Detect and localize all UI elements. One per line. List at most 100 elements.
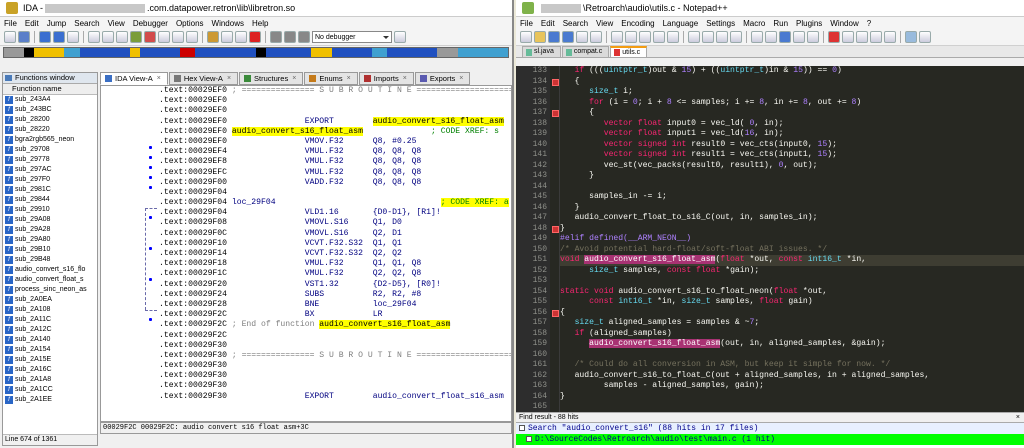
code-line[interactable]: static void audio_convert_s16_to_float_n…: [560, 287, 1024, 298]
asm-line[interactable]: .text:00029EF0 ; =============== S U B R…: [159, 86, 511, 96]
code-line[interactable]: if (aligned_samples): [560, 329, 1024, 340]
asm-line[interactable]: .text:00029F30: [159, 371, 511, 381]
npp-menu-run[interactable]: Run: [773, 19, 788, 28]
play-icon[interactable]: [270, 31, 282, 43]
doc-map-icon[interactable]: [807, 31, 819, 43]
close-tab-icon[interactable]: ×: [347, 73, 351, 84]
fold-margin[interactable]: [550, 66, 560, 412]
function-item[interactable]: f sub_2A12C: [3, 325, 97, 335]
ida-menu-options[interactable]: Options: [176, 19, 204, 28]
ida-menu-debugger[interactable]: Debugger: [133, 19, 168, 28]
npp-menu-edit[interactable]: Edit: [541, 19, 555, 28]
tab-sl-java[interactable]: sl.java: [522, 46, 561, 57]
asm-line[interactable]: .text:00029F2C ; End of function audio_c…: [159, 320, 511, 330]
function-item[interactable]: f sub_29A80: [3, 235, 97, 245]
code-line[interactable]: vector float input0 = vec_ld( 0, in);: [560, 119, 1024, 130]
array-icon[interactable]: [186, 31, 198, 43]
asm-line[interactable]: .text:00029F30: [159, 361, 511, 371]
function-item[interactable]: f sub_2A1CC: [3, 385, 97, 395]
function-item[interactable]: f sub_2981C: [3, 185, 97, 195]
code-line[interactable]: {: [560, 108, 1024, 119]
function-icon[interactable]: [207, 31, 219, 43]
asm-line[interactable]: .text:00029EF0: [159, 96, 511, 106]
asm-line[interactable]: .text:00029F1C VMUL.F32 Q2, Q2, Q8: [159, 269, 511, 279]
code-line[interactable]: vector signed int result0 = vec_cts(inpu…: [560, 140, 1024, 151]
xref-icon[interactable]: [221, 31, 233, 43]
lang-icon[interactable]: [793, 31, 805, 43]
npp-menu-search[interactable]: Search: [563, 19, 588, 28]
replace-icon[interactable]: [702, 31, 714, 43]
code-line[interactable]: audio_convert_s16_to_float_C(out + align…: [560, 371, 1024, 382]
asm-line[interactable]: .text:00029F2C: [159, 331, 511, 341]
code-line[interactable]: /* Could do all conversion in ASM, but k…: [560, 360, 1024, 371]
asm-line[interactable]: .text:00029F18 VMUL.F32 Q1, Q1, Q8: [159, 259, 511, 269]
function-item[interactable]: f sub_297F0: [3, 175, 97, 185]
indent-guide-icon[interactable]: [779, 31, 791, 43]
new-icon[interactable]: [4, 31, 16, 43]
npp-menu-help[interactable]: ?: [867, 19, 871, 28]
run-macro-icon[interactable]: [870, 31, 882, 43]
function-name-column[interactable]: Function name: [3, 84, 97, 95]
asm-line[interactable]: .text:00029F10 VCVT.F32.S32 Q1, Q1: [159, 239, 511, 249]
ida-menu-jump[interactable]: Jump: [47, 19, 67, 28]
code-line[interactable]: #elif defined(__ARM_NEON__): [560, 234, 1024, 245]
asm-line[interactable]: .text:00029F04 VLD1.16 {D0-D1}, [R1]!: [159, 208, 511, 218]
asm-line[interactable]: .text:00029F30 ; =============== S U B R…: [159, 351, 511, 361]
data-icon[interactable]: [158, 31, 170, 43]
save-icon[interactable]: [18, 31, 30, 43]
function-item[interactable]: f sub_2A0EA: [3, 295, 97, 305]
asm-line[interactable]: .text:00029EF0 audio_convert_s16_float_a…: [159, 126, 511, 137]
function-item[interactable]: f sub_29A28: [3, 225, 97, 235]
asm-line[interactable]: .text:00029F0C VMOVL.S16 Q2, D1: [159, 229, 511, 239]
function-item[interactable]: f sub_29910: [3, 205, 97, 215]
function-item[interactable]: f sub_29778: [3, 155, 97, 165]
ida-menu-view[interactable]: View: [108, 19, 125, 28]
ida-menu-file[interactable]: File: [4, 19, 17, 28]
code-line[interactable]: void audio_convert_s16_float_asm(float *…: [560, 255, 1024, 266]
print-icon[interactable]: [590, 31, 602, 43]
ida-menu-search[interactable]: Search: [74, 19, 99, 28]
save-icon[interactable]: [548, 31, 560, 43]
fold-toggle-icon[interactable]: [550, 308, 559, 319]
npp-menu-file[interactable]: File: [520, 19, 533, 28]
function-item[interactable]: f sub_2A140: [3, 335, 97, 345]
code-line[interactable]: samples_in -= i;: [560, 192, 1024, 203]
find-icon[interactable]: [688, 31, 700, 43]
save-all-icon[interactable]: [562, 31, 574, 43]
forward-icon[interactable]: [53, 31, 65, 43]
pause-icon[interactable]: [284, 31, 296, 43]
tab-ida-view-a[interactable]: IDA View-A ×: [100, 72, 168, 85]
fold-toggle-icon[interactable]: [550, 224, 559, 235]
tab-utils-c[interactable]: utils.c: [610, 46, 648, 57]
asm-line[interactable]: .text:00029F28 BNE loc_29F04: [159, 300, 511, 310]
zoom-in-icon[interactable]: [716, 31, 728, 43]
asm-line[interactable]: .text:00029EFC VMUL.F32 Q8, Q8, Q8: [159, 168, 511, 178]
asm-line[interactable]: .text:00029EF4 VMUL.F32 Q8, Q8, Q8: [159, 147, 511, 157]
asm-line[interactable]: .text:00029F04 loc_29F04 ; CODE XREF: a: [159, 198, 511, 208]
code-line[interactable]: }: [560, 171, 1024, 182]
fold-toggle-icon[interactable]: [550, 77, 559, 88]
stop-icon[interactable]: [249, 31, 261, 43]
collapse-icon[interactable]: [526, 435, 532, 442]
asm-line[interactable]: .text:00029EF8 VMUL.F32 Q8, Q8, Q8: [159, 157, 511, 167]
open-file-icon[interactable]: [534, 31, 546, 43]
function-item[interactable]: f sub_2A1A8: [3, 375, 97, 385]
function-item[interactable]: f sub_2A11C: [3, 315, 97, 325]
npp-menu-macro[interactable]: Macro: [743, 19, 765, 28]
tab-enums[interactable]: Enums ×: [304, 72, 358, 85]
code-line[interactable]: size_t samples, const float *gain);: [560, 266, 1024, 277]
ida-menu-help[interactable]: Help: [252, 19, 268, 28]
function-item[interactable]: f sub_29B10: [3, 245, 97, 255]
code-line[interactable]: vector float input1 = vec_ld(16, in);: [560, 129, 1024, 140]
code-line[interactable]: }: [560, 392, 1024, 403]
all-chars-icon[interactable]: [765, 31, 777, 43]
asm-line[interactable]: .text:00029F14 VCVT.F32.S32 Q2, Q2: [159, 249, 511, 259]
cut-icon[interactable]: [611, 31, 623, 43]
code-line[interactable]: vec_st(vec_packs(result0, result1), 0, o…: [560, 161, 1024, 172]
code-line[interactable]: audio_convert_s16_float_asm(out, in, ali…: [560, 339, 1024, 350]
search-icon[interactable]: [88, 31, 100, 43]
npp-menu-encoding[interactable]: Encoding: [621, 19, 654, 28]
code-line[interactable]: samples - aligned_samples, gain);: [560, 381, 1024, 392]
tab-imports[interactable]: Imports ×: [358, 72, 414, 85]
code-line[interactable]: {: [560, 77, 1024, 88]
